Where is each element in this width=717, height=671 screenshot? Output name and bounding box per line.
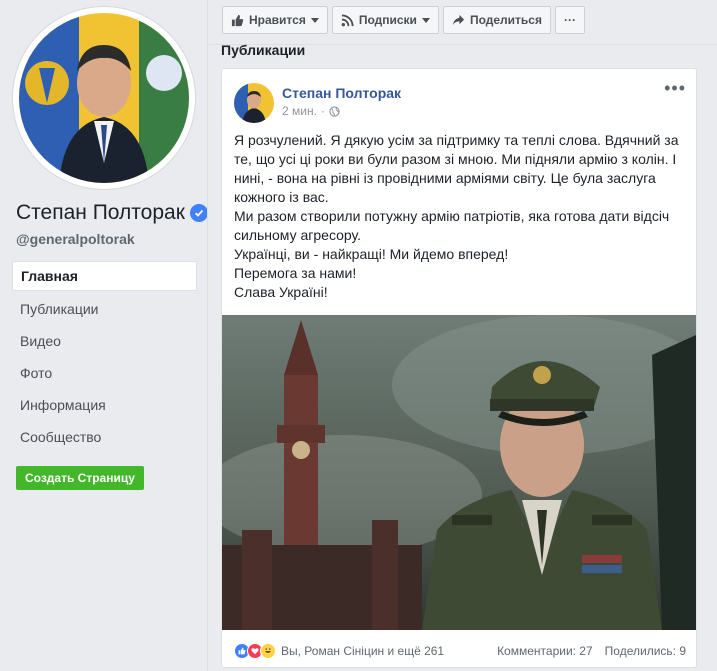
like-label: Нравится [249,13,306,27]
caret-down-icon [421,17,430,23]
post-photo[interactable] [222,315,696,630]
page-nav: Главная Публикации Видео Фото Информация… [12,261,197,453]
post-paragraph: Я розчулений. Я дякую усім за підтримку … [234,132,679,205]
profile-picture-frame[interactable] [13,7,195,189]
reactions-summary[interactable]: Вы, Роман Сініцин и ещё 261 [234,643,444,659]
section-title: Публикации [221,42,306,58]
ellipsis-icon: ··· [563,13,576,27]
like-button[interactable]: Нравится [222,6,328,34]
page-name-text[interactable]: Степан Полторак [16,201,185,225]
follow-label: Подписки [358,13,417,27]
follow-button[interactable]: Подписки [331,6,439,34]
haha-reaction-icon [260,643,276,659]
page-title[interactable]: Степан Полторак [16,201,208,225]
more-options-button[interactable]: ··· [554,6,585,34]
post-footer: Вы, Роман Сініцин и ещё 261 Комментарии:… [234,641,686,661]
shares-count[interactable]: Поделились: 9 [605,644,686,658]
column-divider [207,0,208,671]
page-handle[interactable]: @generalpoltorak [16,231,135,247]
profile-picture[interactable] [19,13,189,183]
reactions-text: Вы, Роман Сініцин и ещё 261 [281,644,445,658]
nav-item-community[interactable]: Сообщество [12,421,197,453]
comments-count[interactable]: Комментарии: 27 [497,644,593,658]
nav-item-posts[interactable]: Публикации [12,293,197,325]
post-paragraph: Слава Україні! [234,284,328,300]
post-author-name[interactable]: Степан Полторак [282,85,401,101]
nav-item-photos[interactable]: Фото [12,357,197,389]
post-card: Степан Полторак 2 мин. · ••• Я розчулени… [221,68,697,668]
share-label: Поделиться [469,13,542,27]
nav-item-about[interactable]: Информация [12,389,197,421]
post-options-button[interactable]: ••• [664,79,686,97]
rss-icon [341,13,354,26]
globe-icon [329,105,340,117]
share-button[interactable]: Поделиться [442,6,551,34]
post-author-avatar[interactable] [234,83,274,123]
dot-separator: · [320,104,325,118]
page-action-bar: Нравится Подписки Поделиться ··· [222,6,585,34]
nav-item-videos[interactable]: Видео [12,325,197,357]
create-page-button[interactable]: Создать Страницу [16,466,144,490]
post-paragraph: Ми разом створили потужну армію патріоті… [234,208,670,243]
verified-badge-icon [189,204,208,222]
post-meta: 2 мин. · [282,104,340,118]
engagement-counts: Комментарии: 27 Поделились: 9 [497,644,686,658]
share-arrow-icon [452,14,465,25]
thumbs-up-icon [231,14,244,26]
nav-item-home[interactable]: Главная [12,261,197,291]
left-column: Степан Полторак @generalpoltorak Главная… [0,0,210,671]
post-paragraph: Перемога за нами! [234,265,357,281]
post-timestamp[interactable]: 2 мин. [282,104,317,118]
caret-down-icon [310,17,319,23]
post-paragraph: Українці, ви - найкращі! Ми йдемо вперед… [234,246,509,262]
post-text: Я розчулений. Я дякую усім за підтримку … [234,131,686,302]
